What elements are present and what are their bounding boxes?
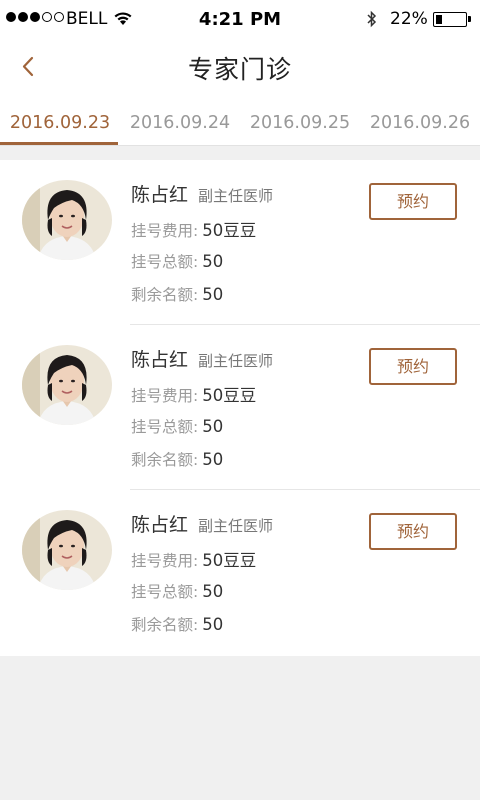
- doctor-row: 陈占红 副主任医师 挂号费用: 50豆豆 挂号总额: 50 剩余名额: 50 预约: [0, 160, 480, 325]
- fee-label: 挂号费用:: [131, 387, 199, 405]
- total-label: 挂号总额:: [131, 253, 199, 271]
- doctor-list: 陈占红 副主任医师 挂号费用: 50豆豆 挂号总额: 50 剩余名额: 50 预约 陈…: [0, 160, 480, 656]
- book-button[interactable]: 预约: [369, 348, 457, 385]
- navigation-bar: 专家门诊: [0, 40, 480, 100]
- date-tabs: 2016.09.23 2016.09.24 2016.09.25 2016.09…: [0, 100, 480, 146]
- total-line: 挂号总额: 50: [131, 580, 223, 602]
- battery-icon: [433, 12, 471, 27]
- book-button[interactable]: 预约: [369, 183, 457, 220]
- doctor-row: 陈占红 副主任医师 挂号费用: 50豆豆 挂号总额: 50 剩余名额: 50 预约: [0, 325, 480, 490]
- fee-value: 50豆豆: [202, 551, 257, 570]
- doctor-name: 陈占红: [131, 349, 189, 371]
- total-value: 50: [202, 252, 224, 271]
- fee-line: 挂号费用: 50豆豆: [131, 217, 256, 241]
- doctor-avatar: [22, 180, 112, 260]
- doctor-rank: 副主任医师: [198, 187, 274, 205]
- fee-label: 挂号费用:: [131, 222, 199, 240]
- doctor-rank: 副主任医师: [198, 352, 274, 370]
- total-line: 挂号总额: 50: [131, 415, 223, 437]
- remaining-value: 50: [202, 285, 224, 304]
- remaining-label: 剩余名额:: [131, 451, 199, 469]
- book-button[interactable]: 预约: [369, 513, 457, 550]
- tab-date-1[interactable]: 2016.09.23: [0, 100, 120, 145]
- remaining-value: 50: [202, 450, 224, 469]
- total-label: 挂号总额:: [131, 418, 199, 436]
- fee-line: 挂号费用: 50豆豆: [131, 547, 256, 571]
- remaining-label: 剩余名额:: [131, 286, 199, 304]
- tab-date-2[interactable]: 2016.09.24: [120, 100, 240, 145]
- fee-value: 50豆豆: [202, 221, 257, 240]
- fee-value: 50豆豆: [202, 386, 257, 405]
- doctor-name: 陈占红: [131, 184, 189, 206]
- fee-label: 挂号费用:: [131, 552, 199, 570]
- battery-percent: 22%: [390, 9, 428, 29]
- total-value: 50: [202, 417, 224, 436]
- bluetooth-icon: [366, 10, 378, 32]
- page-title: 专家门诊: [187, 55, 292, 84]
- remaining-line: 剩余名额: 50: [131, 283, 223, 305]
- doctor-rank: 副主任医师: [198, 517, 274, 535]
- remaining-line: 剩余名额: 50: [131, 448, 223, 470]
- tab-date-4[interactable]: 2016.09.26: [360, 100, 480, 145]
- tab-date-3[interactable]: 2016.09.25: [240, 100, 360, 145]
- remaining-value: 50: [202, 615, 224, 634]
- status-bar: BELL 4:21 PM 22%: [0, 0, 480, 40]
- doctor-row: 陈占红 副主任医师 挂号费用: 50豆豆 挂号总额: 50 剩余名额: 50 预约: [0, 490, 480, 655]
- fee-line: 挂号费用: 50豆豆: [131, 382, 256, 406]
- doctor-name: 陈占红: [131, 514, 189, 536]
- total-label: 挂号总额:: [131, 583, 199, 601]
- total-value: 50: [202, 582, 224, 601]
- doctor-avatar: [22, 510, 112, 590]
- remaining-line: 剩余名额: 50: [131, 613, 223, 635]
- total-line: 挂号总额: 50: [131, 250, 223, 272]
- doctor-avatar: [22, 345, 112, 425]
- remaining-label: 剩余名额:: [131, 616, 199, 634]
